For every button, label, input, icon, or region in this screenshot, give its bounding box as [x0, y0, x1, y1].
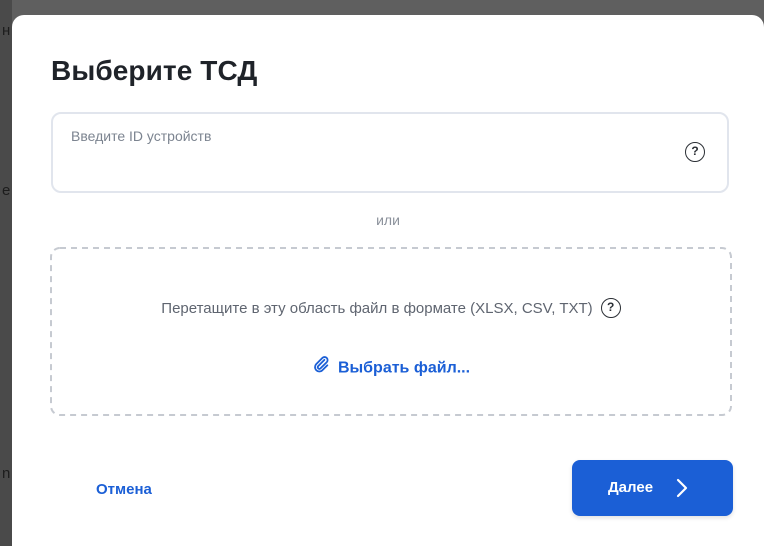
question-circle-icon[interactable]: ?	[600, 298, 621, 318]
background-text-fragment: е	[2, 182, 11, 199]
choose-file-link[interactable]: Выбрать файл...	[50, 355, 732, 380]
next-button-label: Далее	[608, 479, 654, 496]
paperclip-icon	[312, 355, 330, 378]
device-id-field[interactable]: ?	[51, 112, 729, 193]
cancel-button[interactable]: Отмена	[96, 481, 152, 498]
question-circle-icon[interactable]: ?	[685, 142, 705, 162]
background-text-fragment: н	[2, 22, 11, 39]
or-separator: или	[376, 212, 400, 228]
device-id-input[interactable]	[71, 128, 631, 144]
next-button[interactable]: Далее	[572, 460, 733, 516]
choose-file-label: Выбрать файл...	[337, 359, 471, 377]
select-tsd-dialog: Выберите ТСД ? или Перетащите в эту обла…	[12, 15, 764, 546]
dialog-title: Выберите ТСД	[51, 55, 258, 86]
chevron-right-icon	[675, 477, 689, 503]
dropzone-hint: Перетащите в эту область файл в формате …	[50, 298, 732, 319]
dropzone-text: Перетащите в эту область файл в формате …	[161, 299, 593, 317]
dropzone-border	[50, 247, 732, 416]
file-dropzone[interactable]: Перетащите в эту область файл в формате …	[50, 247, 732, 416]
background-text-fragment: n	[2, 465, 11, 482]
backdrop: н е n	[0, 0, 12, 546]
